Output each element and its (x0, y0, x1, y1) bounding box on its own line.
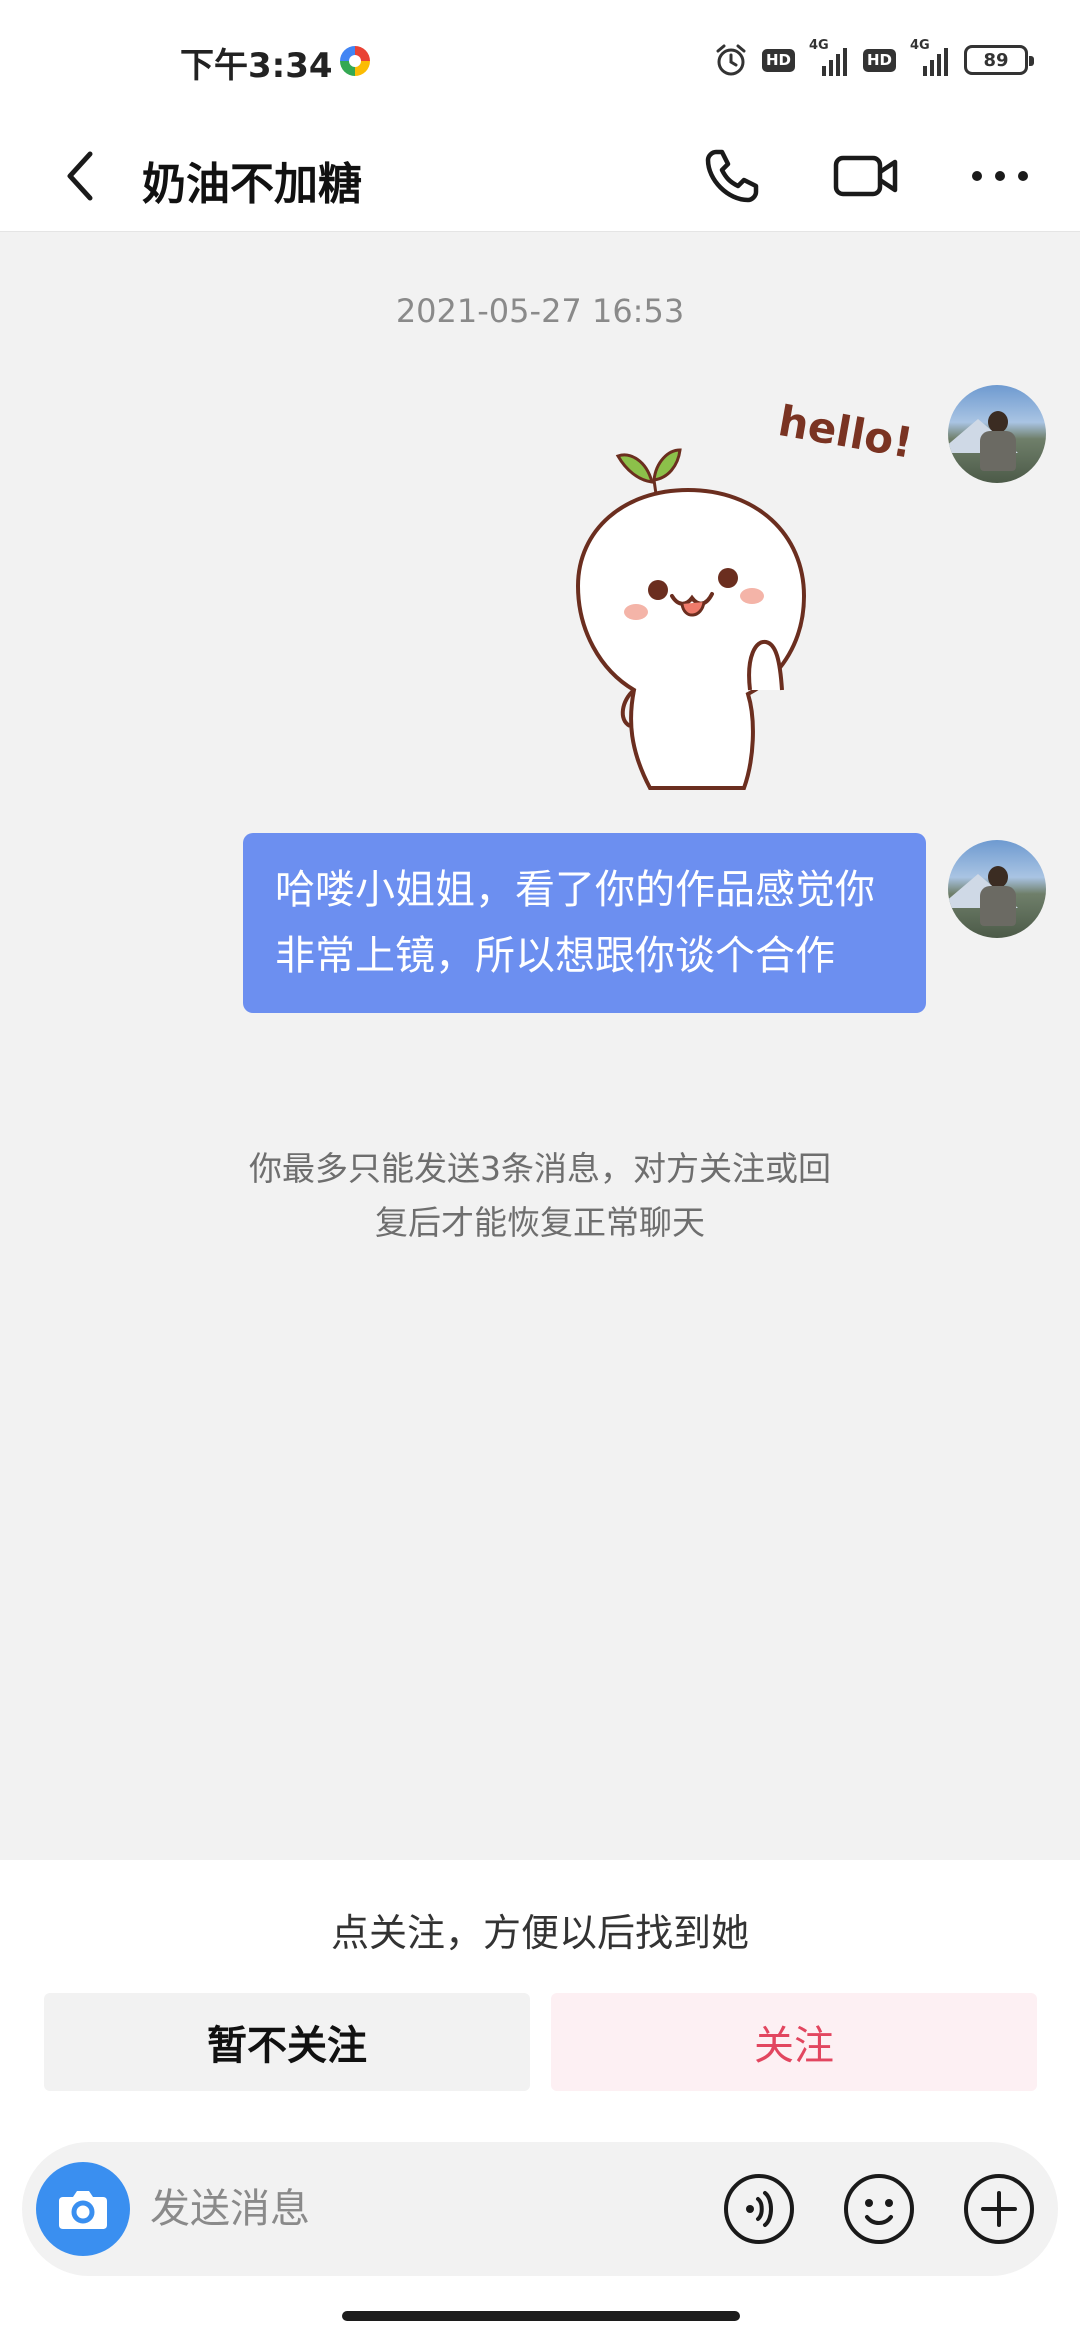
camera-button[interactable] (36, 2162, 130, 2256)
more-functions-button[interactable] (962, 2172, 1036, 2246)
status-bar: 下午3:34 HD 4G HD 4G 89 (0, 0, 1080, 120)
avatar[interactable] (948, 840, 1046, 938)
message-timestamp: 2021-05-27 16:53 (395, 292, 685, 330)
system-notice: 你最多只能发送3条消息，对方关注或回 复后才能恢复正常聊天 (200, 1142, 880, 1250)
phone-icon (705, 149, 759, 203)
voice-button[interactable] (722, 2172, 796, 2246)
app-notification-icon (340, 46, 370, 76)
hd-badge: HD (862, 48, 896, 72)
network-type-label: 4G (910, 38, 930, 53)
message-input-bar (22, 2142, 1058, 2276)
status-indicators: HD 4G HD 4G 89 (714, 38, 1034, 80)
signal-icon: 4G (910, 38, 950, 76)
alarm-icon (716, 44, 746, 76)
avatar[interactable] (948, 385, 1046, 483)
chat-header: 奶油不加糖 (0, 120, 1080, 232)
system-notice-line: 你最多只能发送3条消息，对方关注或回 (249, 1149, 831, 1188)
camera-icon (59, 2191, 107, 2229)
message-input[interactable] (150, 2172, 710, 2246)
battery-icon: 89 (964, 45, 1034, 75)
more-dots-icon (972, 171, 1028, 181)
back-button[interactable] (48, 142, 112, 210)
chat-title: 奶油不加糖 (142, 159, 362, 210)
follow-button[interactable]: 关注 (551, 1993, 1037, 2091)
emoji-button[interactable] (842, 2172, 916, 2246)
emoji-icon (844, 2174, 914, 2244)
message-bubble[interactable]: 哈喽小姐姐，看了你的作品感觉你非常上镜，所以想跟你谈个合作 (243, 833, 926, 1013)
signal-icon: 4G (809, 38, 849, 76)
voice-call-button[interactable] (696, 140, 768, 212)
follow-prompt-panel: 点关注，方便以后找到她 暂不关注 关注 (0, 1860, 1080, 2130)
hd-badge: HD (761, 48, 795, 72)
system-notice-line: 复后才能恢复正常聊天 (375, 1203, 705, 1242)
back-arrow-icon (67, 151, 93, 201)
input-area (0, 2130, 1080, 2340)
sticker-text: hello! (775, 396, 917, 468)
network-type-label: 4G (808, 38, 829, 53)
battery-level: 89 (983, 49, 1009, 71)
voice-icon (724, 2174, 794, 2244)
plus-icon (964, 2174, 1034, 2244)
status-time: 下午3:34 (180, 46, 333, 86)
not-now-button[interactable]: 暂不关注 (44, 1993, 530, 2091)
home-indicator[interactable] (342, 2311, 740, 2321)
video-call-button[interactable] (828, 140, 904, 212)
follow-prompt-text: 点关注，方便以后找到她 (330, 1911, 749, 1955)
hello-sticker[interactable]: hello! (560, 390, 920, 790)
video-camera-icon (833, 155, 898, 197)
more-options-button[interactable] (964, 140, 1036, 212)
